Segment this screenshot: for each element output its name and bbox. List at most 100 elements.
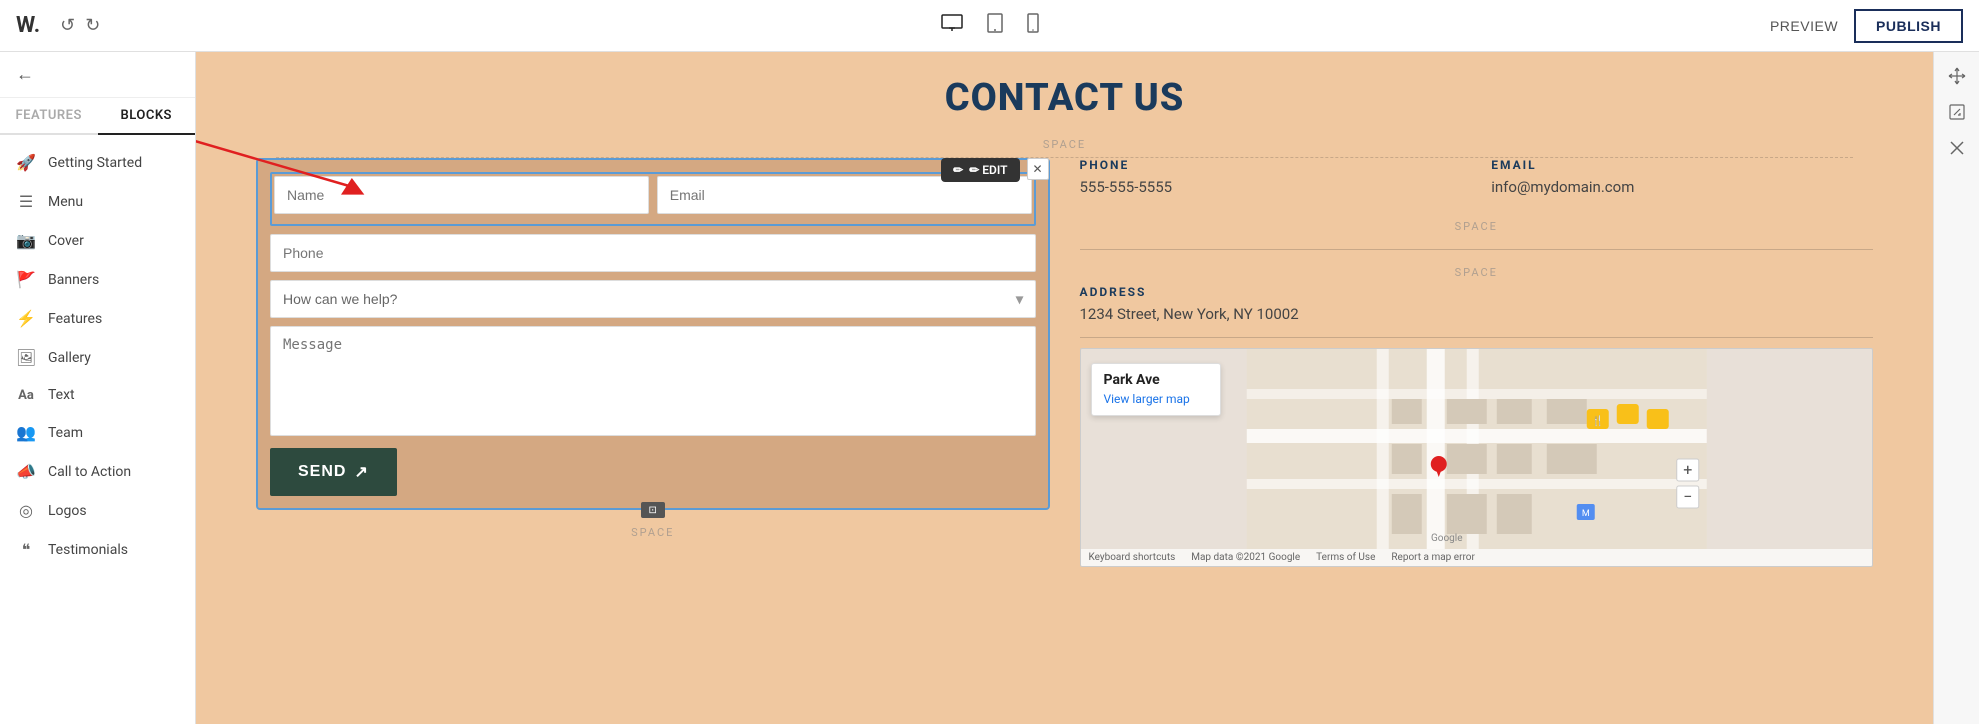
- name-email-row: [274, 176, 1032, 214]
- sidebar-item-cover[interactable]: 📷 Cover: [0, 221, 195, 260]
- page-content: CONTACT US SPACE ✏: [196, 52, 1933, 724]
- tablet-device-button[interactable]: [983, 9, 1007, 42]
- map-data-credit: Map data ©2021 Google: [1191, 552, 1300, 563]
- name-input[interactable]: [274, 176, 649, 214]
- name-field-highlight: [270, 172, 1036, 226]
- message-textarea[interactable]: [270, 326, 1036, 436]
- move-icon[interactable]: [1941, 60, 1973, 92]
- nav-label-gallery: Gallery: [48, 350, 91, 366]
- undo-button[interactable]: ↺: [60, 15, 75, 36]
- edit-label: ✏ EDIT: [969, 163, 1007, 177]
- sidebar-tabs: FEATURES BLOCKS: [0, 98, 195, 135]
- nav-label-testimonials: Testimonials: [48, 542, 128, 558]
- main-layout: ← FEATURES BLOCKS 🚀 Getting Started ☰ Me…: [0, 52, 1979, 724]
- nav-label-cta: Call to Action: [48, 464, 131, 480]
- phone-label: PHONE: [1080, 158, 1462, 172]
- edit-pencil-icon: ✏: [953, 163, 963, 177]
- desktop-device-button[interactable]: [937, 9, 967, 42]
- nav-label-features: Features: [48, 311, 102, 327]
- testimonials-icon: ❝: [16, 540, 36, 559]
- banners-icon: 🚩: [16, 270, 36, 289]
- contact-layout: ✏ ✏ EDIT ✕: [196, 158, 1933, 607]
- address-label: ADDRESS: [1080, 285, 1874, 299]
- nav-label-banners: Banners: [48, 272, 99, 288]
- logos-icon: ◎: [16, 501, 36, 520]
- sidebar-item-text[interactable]: Aa Text: [0, 377, 195, 413]
- email-section: EMAIL info@mydomain.com: [1491, 158, 1873, 210]
- sidebar-item-banners[interactable]: 🚩 Banners: [0, 260, 195, 299]
- sidebar-item-testimonials[interactable]: ❝ Testimonials: [0, 530, 195, 569]
- help-dropdown[interactable]: How can we help?: [270, 280, 1036, 318]
- map-popup-title: Park Ave: [1104, 372, 1208, 388]
- sidebar-item-gallery[interactable]: 🖼 Gallery: [0, 338, 195, 377]
- space-bar-form-bottom: SPACE: [256, 520, 1050, 545]
- map-footer: Keyboard shortcuts Map data ©2021 Google…: [1081, 549, 1873, 566]
- view-larger-map-link[interactable]: View larger map: [1104, 392, 1190, 406]
- nav-label-logos: Logos: [48, 503, 87, 519]
- nav-label-team: Team: [48, 425, 83, 441]
- nav-label-getting-started: Getting Started: [48, 155, 142, 171]
- address-value: 1234 Street, New York, NY 10002: [1080, 305, 1874, 323]
- sidebar-nav: 🚀 Getting Started ☰ Menu 📷 Cover 🚩 Banne…: [0, 135, 195, 724]
- svg-text:+: +: [1683, 460, 1692, 479]
- publish-button[interactable]: PUBLISH: [1854, 9, 1963, 43]
- sidebar-item-team[interactable]: 👥 Team: [0, 413, 195, 452]
- space-bar-mid2: SPACE: [1080, 260, 1874, 285]
- address-divider: [1080, 337, 1874, 338]
- email-value: info@mydomain.com: [1491, 178, 1873, 196]
- sidebar-item-getting-started[interactable]: 🚀 Getting Started: [0, 143, 195, 182]
- space-bar-top: SPACE: [196, 132, 1933, 157]
- topbar: W. ↺ ↻ PREVIEW PUBLISH: [0, 0, 1979, 52]
- svg-text:M: M: [1581, 509, 1589, 519]
- info-divider: [1080, 249, 1874, 250]
- canvas-area: CONTACT US SPACE ✏: [196, 52, 1933, 724]
- rocket-icon: 🚀: [16, 153, 36, 172]
- send-arrow-icon: ↗: [354, 462, 368, 482]
- edit-pill[interactable]: ✏ ✏ EDIT: [941, 158, 1019, 182]
- space-bar-mid: SPACE: [1080, 214, 1874, 239]
- svg-text:Google: Google: [1430, 533, 1462, 544]
- preview-button[interactable]: PREVIEW: [1770, 18, 1838, 34]
- send-button[interactable]: SEND ↗: [270, 448, 397, 496]
- canvas-inner: CONTACT US SPACE ✏: [196, 52, 1933, 724]
- close-button[interactable]: ✕: [1027, 158, 1049, 180]
- back-button[interactable]: ←: [0, 52, 195, 98]
- team-icon: 👥: [16, 423, 36, 442]
- svg-text:−: −: [1683, 487, 1692, 506]
- form-block-wrapper: ✏ ✏ EDIT ✕: [256, 158, 1050, 567]
- send-label: SEND: [298, 463, 346, 481]
- sidebar-item-menu[interactable]: ☰ Menu: [0, 182, 195, 221]
- sidebar: ← FEATURES BLOCKS 🚀 Getting Started ☰ Me…: [0, 52, 196, 724]
- tab-features[interactable]: FEATURES: [0, 98, 98, 133]
- dropdown-wrapper: How can we help? ▾: [270, 280, 1036, 318]
- delete-icon[interactable]: [1941, 132, 1973, 164]
- device-switcher: [937, 9, 1043, 42]
- sidebar-item-features[interactable]: ⚡ Features: [0, 299, 195, 338]
- phone-section: PHONE 555-555-5555: [1080, 158, 1462, 210]
- tab-blocks[interactable]: BLOCKS: [98, 98, 196, 135]
- phone-value: 555-555-5555: [1080, 178, 1462, 196]
- sidebar-item-logos[interactable]: ◎ Logos: [0, 491, 195, 530]
- map-keyboard-shortcuts: Keyboard shortcuts: [1089, 552, 1176, 563]
- sidebar-item-call-to-action[interactable]: 📣 Call to Action: [0, 452, 195, 491]
- right-panel: [1933, 52, 1979, 724]
- map-report: Report a map error: [1391, 552, 1474, 563]
- text-icon: Aa: [16, 388, 36, 403]
- map-container: Park Ave View larger map: [1080, 348, 1874, 567]
- gallery-icon: 🖼: [16, 348, 36, 367]
- map-popup: Park Ave View larger map: [1091, 363, 1221, 416]
- features-icon: ⚡: [16, 309, 36, 328]
- mobile-device-button[interactable]: [1023, 9, 1043, 42]
- nav-label-cover: Cover: [48, 233, 84, 249]
- undo-redo-group: ↺ ↻: [60, 15, 100, 36]
- resize-icon[interactable]: [1941, 96, 1973, 128]
- page-title: CONTACT US: [196, 52, 1933, 132]
- phone-input[interactable]: [270, 234, 1036, 272]
- svg-text:🍴: 🍴: [1591, 414, 1603, 427]
- nav-label-text: Text: [48, 387, 75, 403]
- resize-handle[interactable]: ⊡: [641, 502, 665, 518]
- phone-email-grid: PHONE 555-555-5555 EMAIL info@mydomain.c…: [1080, 158, 1874, 210]
- redo-button[interactable]: ↻: [85, 15, 100, 36]
- cover-icon: 📷: [16, 231, 36, 250]
- nav-label-menu: Menu: [48, 194, 83, 210]
